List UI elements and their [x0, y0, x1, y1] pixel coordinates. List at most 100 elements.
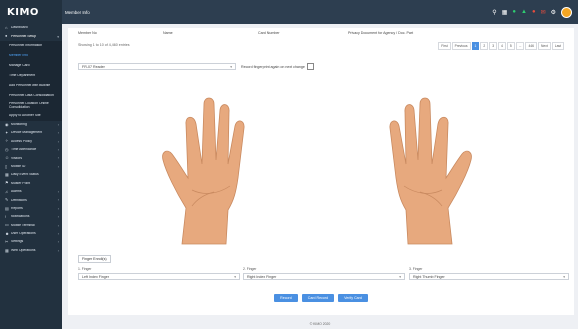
sidebar-item-reports[interactable]: ▤ Reports › [0, 205, 62, 213]
sidebar-item-muster-point[interactable]: ⚑ Muster Point [0, 180, 62, 188]
chevron-right-icon: › [57, 223, 59, 228]
column-privacy-document[interactable]: Privacy Document for Agency / Doc. Part [348, 31, 558, 35]
page-button[interactable]: 446 [525, 42, 537, 50]
sidebar-item-time-attendance[interactable]: ◷ Time Attendance › [0, 146, 62, 154]
sidebar-item-alarms[interactable]: ♫ Alarms › [0, 188, 62, 196]
sidebar-subitem-add-personnel[interactable]: Add Personnel with Bulkfile [0, 81, 62, 91]
page-button[interactable]: First [438, 42, 451, 50]
card-record-button[interactable]: Card Record [301, 294, 335, 302]
chevron-right-icon: › [57, 248, 59, 253]
main-content: Member No Name Card Number Privacy Docum… [62, 24, 578, 320]
sidebar-item-daily-event[interactable]: ▦ Daily Event Status [0, 171, 62, 179]
page-button[interactable]: 3 [489, 42, 498, 50]
sidebar-subitem-apply-site[interactable]: Apply to Another Site [0, 111, 62, 121]
sidebar-submenu: Personnel Information Member Info Manage… [0, 40, 62, 121]
page-button[interactable]: Last [551, 42, 564, 50]
finger-2-select[interactable]: Right Index Finger ▾ [243, 273, 405, 280]
page-button[interactable]: 5 [506, 42, 515, 50]
sidebar-subitem-personnel-information[interactable]: Personnel Information [0, 41, 62, 51]
chevron-down-icon: ▾ [563, 274, 565, 279]
chevron-right-icon: › [57, 131, 59, 136]
sidebar-item-mobile-terminal[interactable]: ▭ Mobile Terminal › [0, 221, 62, 229]
sidebar-item-web-operations[interactable]: ▦ Web Operations › [0, 247, 62, 255]
sidebar-item-monitoring[interactable]: ◉ Monitoring › [0, 121, 62, 129]
sidebar: KIMO ⌂ Dashboard ● Personnel Setup ▾ Person… [0, 0, 62, 329]
sidebar-subitem-time-department[interactable]: Time Department [0, 71, 62, 81]
sidebar-item-label: Alarms [11, 190, 22, 194]
page-button[interactable]: 1 [471, 42, 480, 50]
chevron-down-icon: ▾ [234, 274, 236, 279]
sidebar-item-mobile-id[interactable]: ▯ Mobile ID › [0, 163, 62, 171]
action-buttons: Record Card Record Verify Card [68, 294, 574, 302]
page-button[interactable]: 4 [498, 42, 506, 50]
sidebar-item-label: Personnel Setup [11, 34, 37, 38]
finger-1-select[interactable]: Left Index Finger ▾ [78, 273, 240, 280]
sidebar-item-dashboard[interactable]: ⌂ Dashboard [0, 24, 62, 32]
chevron-right-icon: › [57, 148, 59, 153]
sidebar-item-access-policy[interactable]: ✧ Access Policy › [0, 138, 62, 146]
sidebar-item-personnel-setup[interactable]: ● Personnel Setup ▾ [0, 32, 62, 40]
sidebar-subitem-label: Time Department [9, 73, 36, 77]
mail-icon[interactable]: ✉ [541, 9, 546, 16]
sidebar-item-label: Visitors [11, 156, 23, 160]
sidebar-item-label: Settings [11, 240, 24, 244]
chevron-right-icon: › [57, 198, 59, 203]
finger-1-value: Left Index Finger [82, 274, 109, 279]
column-member-no[interactable]: Member No [78, 31, 163, 35]
sidebar-subitem-label: Add Personnel with Bulkfile [9, 83, 51, 87]
sidebar-subitem-data-consolidation[interactable]: Personnel Data Consolidation [0, 91, 62, 101]
sidebar-item-visitors[interactable]: ☺ Visitors › [0, 154, 62, 162]
column-card-number[interactable]: Card Number [258, 31, 348, 35]
sidebar-nav: ⌂ Dashboard ● Personnel Setup ▾ Personnel I… [0, 24, 62, 255]
sidebar-subitem-location-consolidation[interactable]: Personnel Location Online Consolidation [0, 101, 62, 111]
sidebar-item-label: Muster Point [11, 181, 31, 185]
record-button[interactable]: Record [274, 294, 298, 302]
sidebar-subitem-manage-card[interactable]: Manage Card [0, 61, 62, 71]
right-hand [389, 97, 472, 245]
sidebar-item-label: User Operations [11, 232, 36, 236]
page-button[interactable]: ... [515, 42, 525, 50]
sidebar-subitem-label: Member Info [9, 53, 29, 57]
sidebar-item-label: Mobile Terminal [11, 223, 35, 227]
chevron-down-icon: ▾ [399, 274, 401, 279]
search-icon[interactable]: ⚲ [492, 9, 496, 16]
sidebar-item-user-operations[interactable]: ☻ User Operations › [0, 230, 62, 238]
left-hand-shape[interactable] [162, 97, 245, 245]
sidebar-subitem-member-info[interactable]: Member Info [0, 51, 62, 61]
grid-icon[interactable]: ▦ [502, 9, 508, 16]
chevron-right-icon: › [57, 190, 59, 195]
sidebar-item-label: Reports [11, 206, 23, 210]
verify-card-button[interactable]: Verify Card [338, 294, 368, 302]
sidebar-item-label: Mobile ID [11, 164, 26, 168]
right-hand-shape[interactable] [389, 97, 472, 245]
table-header: Member No Name Card Number Privacy Docum… [78, 31, 558, 35]
sidebar-item-label: Time Attendance [11, 148, 37, 152]
chevron-right-icon: › [57, 215, 59, 220]
avatar[interactable] [561, 6, 572, 18]
sidebar-item-label: Access Policy [11, 139, 32, 143]
brand-logo[interactable]: KIMO [0, 0, 62, 24]
chevron-right-icon: › [57, 206, 59, 211]
page-button[interactable]: 2 [480, 42, 489, 50]
sidebar-subitem-label: Personnel Data Consolidation [9, 93, 54, 97]
footer: © KIMO 2020 [309, 322, 331, 326]
finger-3-select[interactable]: Right Thumb Finger ▾ [409, 273, 569, 280]
chevron-right-icon: › [57, 122, 59, 127]
page-button[interactable]: Previous [451, 42, 471, 50]
page-button[interactable]: Next [537, 42, 551, 50]
finger-2-value: Right Index Finger [247, 274, 277, 279]
sidebar-item-notifications[interactable]: ! Notifications › [0, 213, 62, 221]
status-online-icon[interactable]: ● [512, 9, 516, 15]
sidebar-item-device-management[interactable]: ✦ Device Management › [0, 129, 62, 137]
sidebar-item-settings[interactable]: ✂ Settings › [0, 238, 62, 246]
sidebar-subitem-label: Manage Card [9, 63, 30, 67]
settings-icon[interactable]: ⚙ [551, 9, 556, 16]
sidebar-item-definitions[interactable]: ✎ Definitions › [0, 196, 62, 204]
lock-icon[interactable]: ▲ [521, 9, 527, 15]
finger-1-label: 1. Finger [78, 267, 92, 271]
pagination: First Previous 1 2 3 4 5... 446 Next Last [438, 42, 564, 50]
column-name[interactable]: Name [163, 31, 258, 35]
finger-enroll-button[interactable]: Finger Enroll(s) [78, 255, 111, 263]
sidebar-item-label: Daily Event Status [11, 173, 39, 177]
alarm-icon[interactable]: ● [532, 9, 536, 15]
